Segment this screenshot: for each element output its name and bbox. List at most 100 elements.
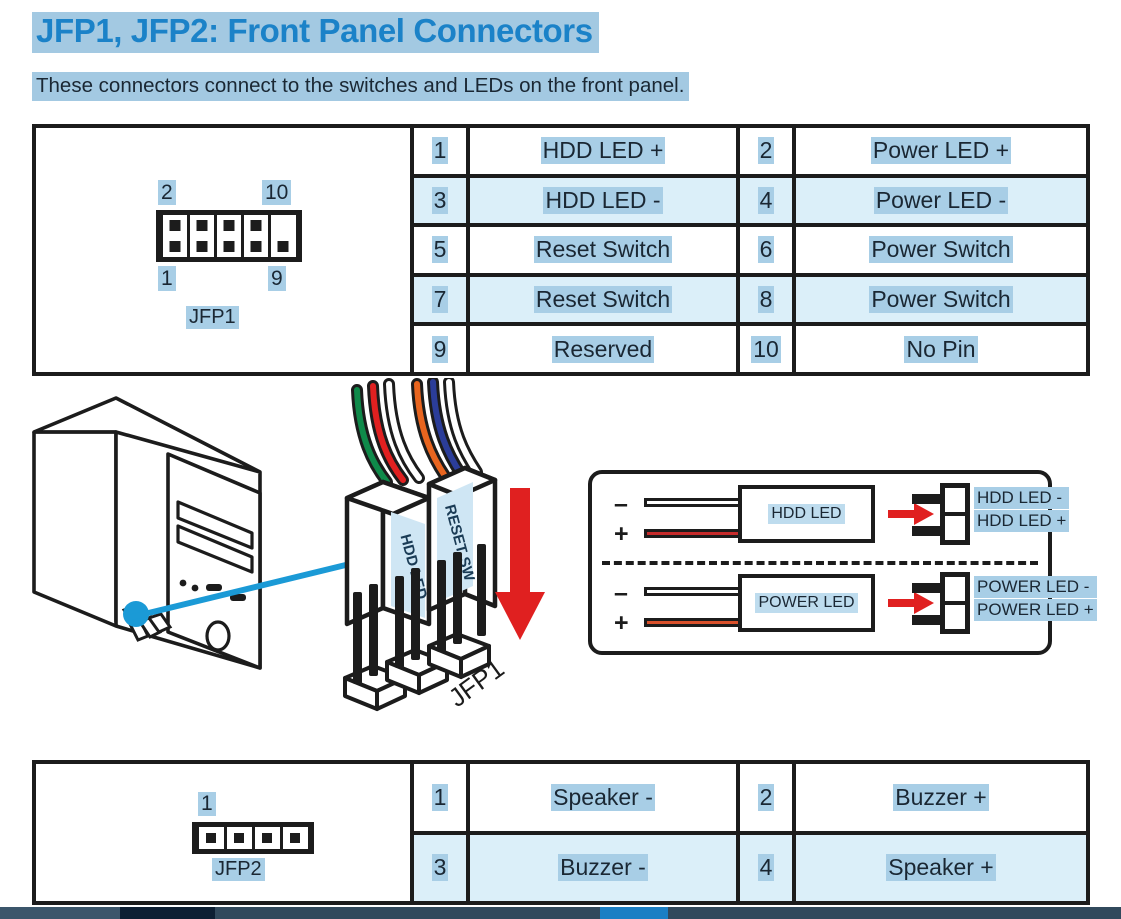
power-led-terminal-labels: POWER LED - POWER LED + <box>974 575 1097 621</box>
jfp2-connector-diagram: 1 JFP2 <box>176 784 326 894</box>
terminal-label-top: POWER LED - <box>974 575 1097 598</box>
jfp1-slot-4 <box>244 215 269 257</box>
taskbar-segment[interactable] <box>0 907 120 919</box>
signal-cell: Reset Switch <box>470 227 740 273</box>
taskbar-strip[interactable] <box>0 907 1121 919</box>
signal-cell: Reset Switch <box>470 276 740 323</box>
signal-cell: Power Switch <box>869 286 1013 314</box>
hdd-led-device-label: HDD LED <box>768 504 845 524</box>
terminal-divider <box>945 512 965 516</box>
pin-icon <box>206 833 216 843</box>
jfp1-slot-3 <box>216 215 242 257</box>
plus-sign-icon: + <box>614 520 629 548</box>
taskbar-segment[interactable] <box>215 907 600 919</box>
installation-illustration: HDD LED RESET SW JFP1 – + HDD LED HDD LE… <box>0 378 1121 756</box>
table-row: 3 HDD LED - 4 Power LED - <box>414 177 1086 228</box>
positive-wire <box>644 617 744 627</box>
pin-icon <box>196 241 208 252</box>
pin-number-cell: 1 <box>414 764 470 831</box>
pin-number-cell: 4 <box>740 177 796 224</box>
table-row: 5 Reset Switch 6 Power Switch <box>414 227 1086 277</box>
led-polarity-panel: – + HDD LED HDD LED - HDD LED + – + POWE… <box>588 470 1097 655</box>
jfp2-slot-2 <box>226 827 252 849</box>
jfp1-connector-diagram: 2 10 1 9 JFP1 <box>156 166 306 331</box>
pin-number-cell: 5 <box>414 227 470 273</box>
page-title: JFP1, JFP2: Front Panel Connectors <box>32 12 599 53</box>
pin-number-cell: 8 <box>740 276 796 323</box>
taskbar-segment[interactable] <box>668 907 1121 919</box>
pin-icon <box>196 220 208 231</box>
jfp2-connector-name: JFP2 <box>212 858 265 881</box>
jfp2-slot-4 <box>282 827 308 849</box>
taskbar-segment-highlight[interactable] <box>600 907 668 919</box>
jfp1-header-shell <box>156 210 302 262</box>
front-panel-cable-illustration: HDD LED RESET SW JFP1 <box>343 378 545 713</box>
terminal-label-bottom: POWER LED + <box>974 598 1097 621</box>
jfp1-pin-label-9: 9 <box>268 266 286 292</box>
jfp2-pin-table: 1 JFP2 1 Speaker - 2 Buzzer + 3 Buzzer -… <box>32 760 1090 905</box>
jfp1-pin-label-1: 1 <box>158 266 176 292</box>
table-row: 3 Buzzer - 4 Speaker + <box>414 834 1086 901</box>
pin-icon <box>250 241 262 252</box>
pin-icon <box>223 241 235 252</box>
jfp1-pin-table: 2 10 1 9 JFP1 1 HDD LED + 2 Power LED + … <box>32 124 1090 376</box>
hdd-led-polarity-row: – + HDD LED HDD LED - HDD LED + <box>592 474 1070 563</box>
jfp1-rows: 1 HDD LED + 2 Power LED + 3 HDD LED - 4 … <box>410 128 1086 372</box>
taskbar-segment-active[interactable] <box>120 907 215 919</box>
table-row: 9 Reserved 10 No Pin <box>414 326 1086 372</box>
terminal-label-bottom: HDD LED + <box>974 510 1070 532</box>
pin-icon <box>169 220 181 231</box>
negative-wire <box>644 586 744 596</box>
jfp1-pin-label-2: 2 <box>158 180 176 206</box>
jfp1-slot-2 <box>189 215 214 257</box>
right-arrow-icon <box>888 591 934 614</box>
right-arrow-icon <box>888 503 934 525</box>
minus-sign-icon: – <box>614 578 628 607</box>
signal-cell: Speaker + <box>886 854 996 882</box>
signal-cell: Buzzer + <box>893 783 989 811</box>
negative-wire <box>644 498 744 507</box>
pin-icon <box>262 833 272 843</box>
power-led-device-label: POWER LED <box>755 592 858 613</box>
jfp1-slot-1 <box>162 215 187 257</box>
signal-cell: No Pin <box>904 335 978 363</box>
signal-cell: Speaker - <box>470 764 740 831</box>
signal-cell: Power LED + <box>870 137 1012 165</box>
minus-sign-icon: – <box>614 490 628 518</box>
terminal-divider <box>945 600 965 605</box>
jfp1-connector-pane: 2 10 1 9 JFP1 <box>36 128 410 372</box>
signal-cell: Buzzer - <box>470 834 740 901</box>
jfp1-pin-label-10: 10 <box>262 180 292 206</box>
jfp2-header-shell <box>192 822 314 854</box>
signal-cell: HDD LED - <box>470 177 740 224</box>
signal-cell: HDD LED + <box>470 128 740 174</box>
jfp2-rows: 1 Speaker - 2 Buzzer + 3 Buzzer - 4 Spea… <box>410 764 1086 901</box>
pin-number-cell: 10 <box>740 326 796 372</box>
jfp1-connector-name: JFP1 <box>186 306 239 329</box>
pin-icon <box>277 241 289 252</box>
pin-icon <box>290 833 300 843</box>
terminal-label-top: HDD LED - <box>974 487 1070 509</box>
terminal-block <box>940 483 970 545</box>
jfp2-pin-label-1: 1 <box>198 792 216 816</box>
pin-number-cell: 3 <box>414 177 470 224</box>
signal-cell: Power LED - <box>873 186 1009 214</box>
terminal-block <box>940 571 970 634</box>
table-row: 1 HDD LED + 2 Power LED + <box>414 128 1086 178</box>
pin-icon <box>234 833 244 843</box>
pin-number-cell: 2 <box>740 764 796 831</box>
page-subtitle: These connectors connect to the switches… <box>32 72 690 101</box>
pin-number-cell: 4 <box>740 834 796 901</box>
hdd-led-terminal-labels: HDD LED - HDD LED + <box>974 487 1070 532</box>
pin-number-cell: 1 <box>414 128 470 174</box>
jfp2-connector-pane: 1 JFP2 <box>36 764 410 901</box>
pin-icon <box>169 241 181 252</box>
positive-wire <box>644 529 744 538</box>
jfp1-slot-5 <box>271 215 296 257</box>
signal-cell: Power Switch <box>869 236 1013 264</box>
power-led-polarity-row: – + POWER LED POWER LED - POWER LED + <box>592 563 1097 652</box>
table-row: 7 Reset Switch 8 Power Switch <box>414 276 1086 327</box>
pin-icon <box>250 220 262 231</box>
plus-sign-icon: + <box>614 608 629 637</box>
pin-number-cell: 3 <box>414 834 470 901</box>
